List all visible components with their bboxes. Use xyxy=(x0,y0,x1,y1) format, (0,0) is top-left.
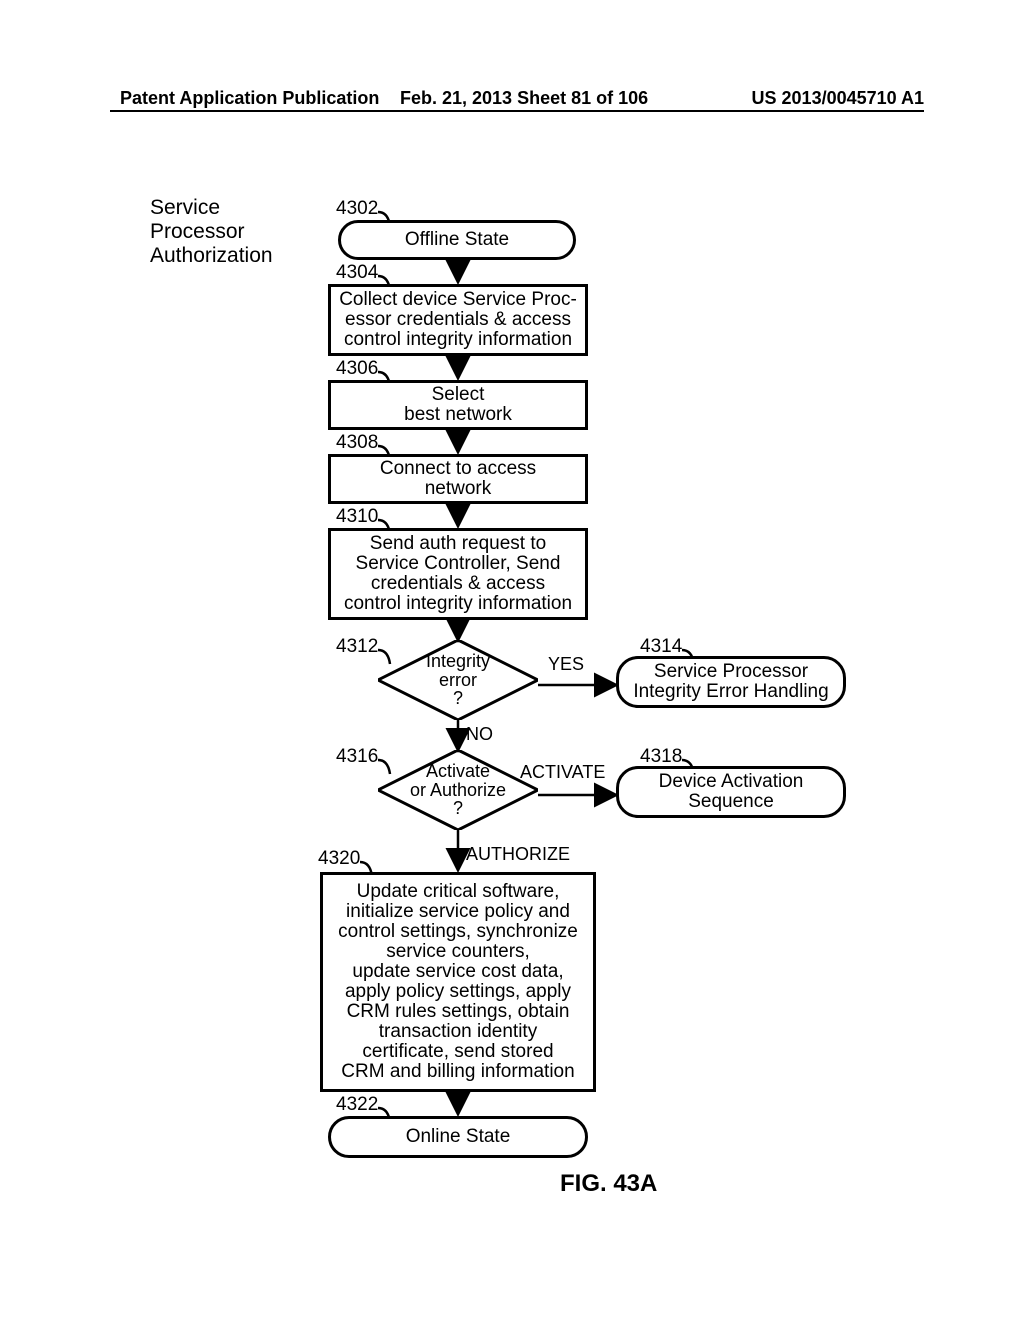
node-text: control settings, synchronize xyxy=(338,922,578,942)
process-send-auth: Send auth request to Service Controller,… xyxy=(328,528,588,620)
node-text: control integrity information xyxy=(344,594,572,614)
node-text: credentials & access xyxy=(371,574,545,594)
node-text: Offline State xyxy=(405,230,509,250)
ref-4306: 4306 xyxy=(336,358,378,380)
title-line: Processor xyxy=(150,220,273,244)
node-text: Device Activation xyxy=(659,772,804,792)
header-center: Feb. 21, 2013 Sheet 81 of 106 xyxy=(400,88,648,109)
title-line: Service xyxy=(150,196,273,220)
edge-label-authorize: AUTHORIZE xyxy=(466,844,570,865)
node-text: Select xyxy=(432,385,485,405)
process-collect-credentials: Collect device Service Proc- essor crede… xyxy=(328,284,588,356)
header-rule xyxy=(110,110,924,112)
edge-label-yes: YES xyxy=(548,654,584,675)
ref-4312: 4312 xyxy=(336,636,378,658)
node-text: Integrity Error Handling xyxy=(633,682,828,702)
node-text: Sequence xyxy=(688,792,774,812)
node-text: Integrity xyxy=(426,652,490,671)
header-right: US 2013/0045710 A1 xyxy=(752,88,924,109)
terminal-online-state: Online State xyxy=(328,1116,588,1158)
ref-4304: 4304 xyxy=(336,262,378,284)
ref-4320: 4320 xyxy=(318,848,360,870)
node-text: initialize service policy and xyxy=(346,902,570,922)
node-text: Service Controller, Send xyxy=(356,554,561,574)
ref-4308: 4308 xyxy=(336,432,378,454)
arrow-4312-4314 xyxy=(538,676,618,694)
node-text: network xyxy=(425,479,492,499)
node-text: transaction identity xyxy=(379,1022,537,1042)
ref-4318: 4318 xyxy=(640,746,682,768)
arrow-4306-4308 xyxy=(454,430,462,459)
title-line: Authorization xyxy=(150,244,273,268)
node-text: Update critical software, xyxy=(357,882,560,902)
ref-4316: 4316 xyxy=(336,746,378,768)
arrow-4312-4316 xyxy=(454,720,462,757)
arrow-4304-4306 xyxy=(454,356,462,385)
process-update-settings: Update critical software, initialize ser… xyxy=(320,872,596,1092)
terminal-device-activation-sequence: Device Activation Sequence xyxy=(616,766,846,818)
node-text: apply policy settings, apply xyxy=(345,982,571,1002)
figure-label: FIG. 43A xyxy=(560,1170,657,1198)
node-text: CRM rules settings, obtain xyxy=(347,1002,570,1022)
node-text: essor credentials & access xyxy=(345,310,571,330)
decision-activate-or-authorize: Activate or Authorize ? xyxy=(378,750,538,830)
node-text: error xyxy=(439,671,477,690)
ref-4302: 4302 xyxy=(336,198,378,220)
arrow-4316-4320 xyxy=(454,830,462,877)
node-text: Send auth request to xyxy=(370,534,546,554)
arrow-4302-4304 xyxy=(454,260,462,289)
edge-label-no: NO xyxy=(466,724,493,745)
diagram-title: Service Processor Authorization xyxy=(150,196,273,268)
node-text: update service cost data, xyxy=(352,962,563,982)
node-text: Collect device Service Proc- xyxy=(339,290,577,310)
arrow-4320-4322 xyxy=(454,1092,462,1121)
node-text: or Authorize xyxy=(410,781,506,800)
header-left: Patent Application Publication xyxy=(120,88,379,109)
node-text: Service Processor xyxy=(654,662,808,682)
node-text: Online State xyxy=(406,1127,511,1147)
edge-label-activate: ACTIVATE xyxy=(520,762,605,783)
ref-4322: 4322 xyxy=(336,1094,378,1116)
terminal-offline-state: Offline State xyxy=(338,220,576,260)
patent-drawing-page: Patent Application Publication Feb. 21, … xyxy=(0,0,1024,1320)
ref-4314: 4314 xyxy=(640,636,682,658)
node-text: Activate xyxy=(426,762,490,781)
node-text: certificate, send stored xyxy=(362,1042,553,1062)
terminal-integrity-error-handling: Service Processor Integrity Error Handli… xyxy=(616,656,846,708)
arrow-4310-4312 xyxy=(454,620,462,647)
node-text: best network xyxy=(404,405,512,425)
node-text: control integrity information xyxy=(344,330,572,350)
node-text: CRM and billing information xyxy=(341,1062,574,1082)
node-text: ? xyxy=(453,799,463,818)
node-text: Connect to access xyxy=(380,459,536,479)
node-text: ? xyxy=(453,689,463,708)
process-connect-network: Connect to access network xyxy=(328,454,588,504)
ref-4310: 4310 xyxy=(336,506,378,528)
node-text: service counters, xyxy=(386,942,530,962)
arrow-4316-4318 xyxy=(538,786,618,804)
decision-integrity-error: Integrity error ? xyxy=(378,640,538,720)
arrow-4308-4310 xyxy=(454,504,462,533)
process-select-network: Select best network xyxy=(328,380,588,430)
